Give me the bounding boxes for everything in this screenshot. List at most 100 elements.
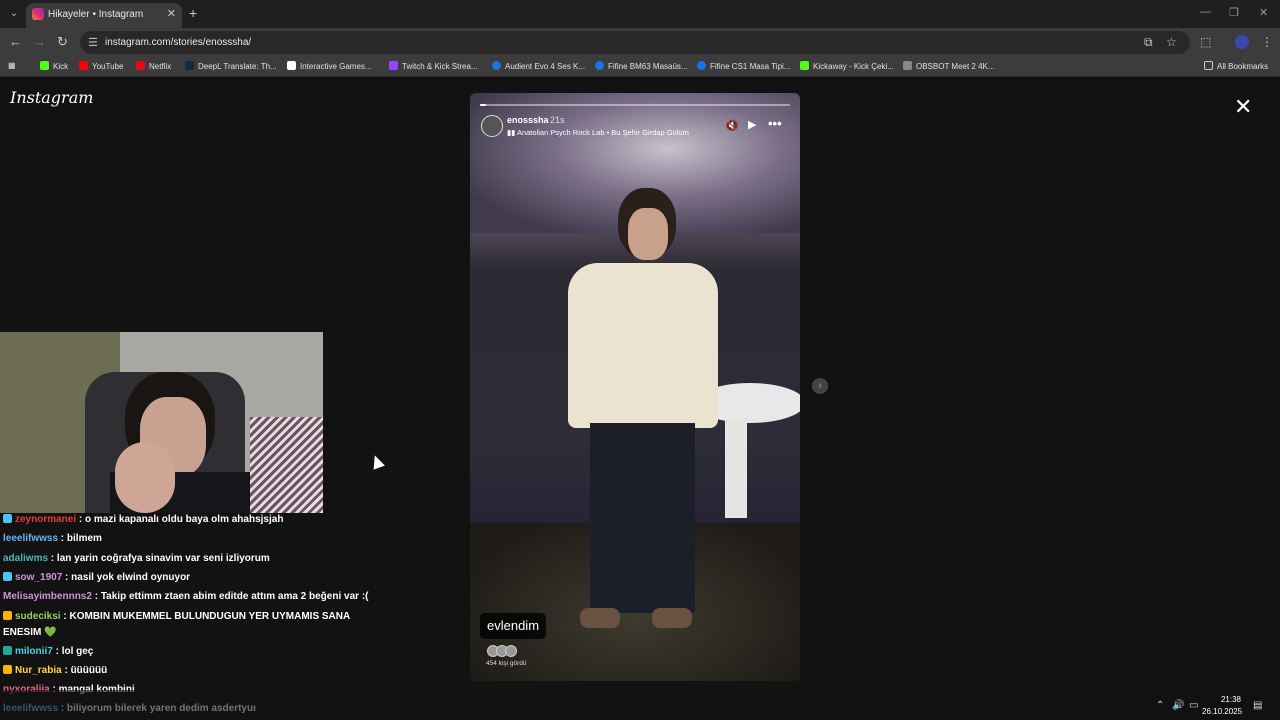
all-bookmarks[interactable]: All Bookmarks	[1204, 61, 1268, 71]
bookmark-star-icon[interactable]: ☆	[1166, 35, 1177, 49]
clock-date[interactable]: 26.10.2025	[1202, 707, 1242, 716]
verified-icon	[595, 61, 604, 70]
clock-time[interactable]: 21:38	[1212, 695, 1250, 704]
chat-message: Melisayimbennns2 : Takip ettimm ztaen ab…	[3, 591, 368, 602]
chat-message-text: bilmem	[66, 533, 102, 544]
apps-grid-icon[interactable]: ▦	[8, 61, 16, 70]
viewer-avatars[interactable]	[487, 644, 527, 657]
network-icon[interactable]: ▭	[1189, 700, 1198, 711]
tab-search-icon[interactable]: ⌄	[6, 6, 22, 22]
chat-message-text: ENESIM 💚	[3, 627, 57, 638]
close-window-icon[interactable]: ✕	[1259, 6, 1268, 19]
all-bookmarks-label: All Bookmarks	[1217, 62, 1269, 71]
story-viewers-count[interactable]: 454 kişi gördü	[486, 660, 526, 667]
verified-icon	[492, 61, 501, 70]
browser-menu-icon[interactable]: ⋮	[1261, 35, 1273, 49]
story-username[interactable]: enosssha	[507, 115, 549, 125]
bookmark-twitch-kick[interactable]: Twitch & Kick Strea...	[389, 61, 478, 71]
reload-icon[interactable]: ↻	[57, 34, 68, 50]
webcam-bed	[250, 417, 323, 513]
bookmark-deepl[interactable]: DeepL Translate: Th...	[185, 61, 277, 71]
bookmark-kick[interactable]: Kick	[40, 61, 68, 71]
bookmark-label: Fifine BM63 Masaüs...	[608, 62, 688, 71]
bookmark-obsbot[interactable]: OBSBOT Meet 2 4K...	[903, 61, 995, 71]
close-story-icon[interactable]: ✕	[1234, 94, 1252, 120]
bookmark-youtube[interactable]: YouTube	[79, 61, 123, 71]
youtube-icon	[79, 61, 88, 70]
netflix-icon	[136, 61, 145, 70]
url-text[interactable]: instagram.com/stories/enosssha/	[105, 37, 251, 48]
forward-icon[interactable]: →	[33, 34, 46, 49]
chat-separator: :	[52, 646, 62, 657]
minimize-icon[interactable]: —	[1200, 6, 1211, 18]
chat-separator: :	[76, 514, 86, 525]
notifications-icon[interactable]: ▤	[1253, 700, 1262, 711]
chat-message-text: Takip ettimm ztaen abim editde attım ama…	[100, 591, 369, 602]
chat-separator: :	[61, 665, 71, 676]
restore-icon[interactable]: ❐	[1229, 6, 1239, 19]
chat-separator: :	[62, 572, 72, 583]
twitch-icon	[389, 61, 398, 70]
browser-toolbar: ← → ↻ ☰ instagram.com/stories/enosssha/ …	[0, 28, 1280, 56]
kick-icon	[40, 61, 49, 70]
tab-strip: ⌄ Hikayeler • Instagram ✕ + — ❐ ✕	[0, 0, 1280, 28]
bookmark-label: OBSBOT Meet 2 4K...	[916, 62, 995, 71]
story-user-avatar[interactable]	[481, 115, 503, 137]
chat-username[interactable]: milonii7	[15, 646, 53, 657]
profile-avatar[interactable]	[1235, 35, 1249, 49]
close-tab-icon[interactable]: ✕	[167, 7, 176, 20]
chat-username[interactable]: sudeciksi	[15, 611, 61, 622]
tab-instagram-stories[interactable]: Hikayeler • Instagram ✕	[26, 3, 182, 28]
back-icon[interactable]: ←	[9, 34, 22, 49]
site-info-icon[interactable]: ☰	[88, 36, 98, 49]
games-icon	[287, 61, 296, 70]
bookmark-label: Audient Evo 4 Ses K...	[505, 62, 586, 71]
webcam-streamer-hand	[115, 442, 175, 513]
kickaway-icon	[800, 61, 809, 70]
story-music-label[interactable]: ▮▮ Anatolian Psych Rock Lab • Bu Şehir G…	[507, 128, 689, 137]
bookmark-kickaway[interactable]: Kickaway - Kick Çeki...	[800, 61, 894, 71]
more-options-icon[interactable]: •••	[768, 116, 782, 131]
chat-separator: :	[48, 553, 57, 564]
address-bar[interactable]: ☰ instagram.com/stories/enosssha/	[80, 31, 1190, 54]
webcam-overlay	[0, 332, 323, 513]
bookmark-label: Kickaway - Kick Çeki...	[813, 62, 894, 71]
instagram-favicon-icon	[32, 8, 44, 20]
chat-username[interactable]: adaliwms	[3, 553, 48, 564]
chat-username[interactable]: zeynormanei	[15, 514, 76, 525]
tab-title: Hikayeler • Instagram	[48, 9, 144, 20]
install-app-icon[interactable]: ⧉	[1144, 35, 1153, 50]
story-progress-fill	[480, 104, 487, 106]
chat-username[interactable]: Melisayimbennns2	[3, 591, 92, 602]
chat-message: sudeciksi : KOMBIN MUKEMMEL BULUNDUGUN Y…	[3, 611, 350, 622]
chat-username[interactable]: leeelifwwss	[3, 533, 58, 544]
play-icon[interactable]: ▶	[748, 118, 756, 131]
story-card[interactable]: enosssha 21s ▮▮ Anatolian Psych Rock Lab…	[470, 93, 800, 681]
chat-badge-icon	[3, 646, 12, 655]
extensions-icon[interactable]: ⬚	[1200, 35, 1211, 49]
instagram-logo[interactable]: Instagram	[10, 88, 93, 107]
bookmark-label: YouTube	[92, 62, 124, 71]
bookmark-fifine-cs1[interactable]: Fifine CS1 Masa Tipi...	[697, 61, 790, 71]
bookmark-fifine-bm63[interactable]: Fifine BM63 Masaüs...	[595, 61, 688, 71]
bookmark-label: DeepL Translate: Th...	[198, 62, 277, 71]
chat-username[interactable]: Nur_rabia	[15, 665, 62, 676]
bookmark-netflix[interactable]: Netflix	[136, 61, 171, 71]
bookmark-interactive-games[interactable]: Interactive Games...	[287, 61, 372, 71]
viewer-avatar	[505, 645, 517, 657]
story-caption: evlendim	[480, 613, 547, 639]
new-tab-icon[interactable]: +	[189, 5, 197, 21]
bookmark-audient[interactable]: Audient Evo 4 Ses K...	[492, 61, 585, 71]
next-story-icon[interactable]: ›	[812, 378, 828, 394]
tray-chevron-icon[interactable]: ⌃	[1156, 700, 1164, 711]
mute-icon[interactable]: 🔇	[725, 119, 739, 132]
volume-icon[interactable]: 🔊	[1172, 700, 1184, 711]
story-photo-table-leg	[725, 418, 747, 518]
music-bars-icon: ▮▮	[507, 128, 517, 137]
obsbot-icon	[903, 61, 912, 70]
chat-username[interactable]: sow_1907	[15, 572, 62, 583]
story-photo-person-face	[628, 208, 668, 260]
chat-message-text: KOMBIN MUKEMMEL BULUNDUGUN YER UYMAMIS S…	[69, 611, 351, 622]
chat-separator: :	[58, 533, 67, 544]
chat-badge-icon	[3, 514, 12, 523]
